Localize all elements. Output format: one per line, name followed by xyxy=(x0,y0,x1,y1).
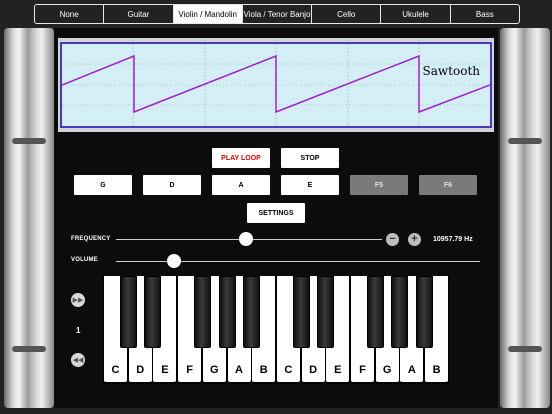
key-label: B xyxy=(432,364,441,376)
minus-icon[interactable]: − xyxy=(386,233,399,246)
black-key[interactable] xyxy=(119,276,137,348)
play-loop-button[interactable]: PLAY LOOP xyxy=(212,148,270,168)
tab-viola-tenor-banjo[interactable]: Viola / Tenor Banjo xyxy=(243,5,313,23)
oscilloscope-frame: Sawtooth xyxy=(58,38,494,132)
black-key[interactable] xyxy=(366,276,384,348)
black-key[interactable] xyxy=(292,276,310,348)
key-label: C xyxy=(111,364,120,376)
key-label: D xyxy=(309,364,318,376)
string-g-button[interactable]: G xyxy=(74,175,132,195)
tab-ukulele[interactable]: Ukulele xyxy=(381,5,451,23)
string-f5-button[interactable]: F5 xyxy=(350,175,408,195)
frequency-label: FREQUENCY xyxy=(71,236,111,242)
pillar-notch xyxy=(508,138,542,144)
key-label: E xyxy=(161,364,169,376)
pillar-notch xyxy=(12,346,46,352)
key-label: A xyxy=(407,364,416,376)
black-key[interactable] xyxy=(317,276,335,348)
key-label: F xyxy=(359,364,366,376)
black-key[interactable] xyxy=(391,276,409,348)
tuner-app: None Guitar Violin / Mandolin Viola / Te… xyxy=(0,0,552,414)
key-label: A xyxy=(235,364,243,376)
tab-none[interactable]: None xyxy=(35,5,105,23)
key-label: G xyxy=(210,364,219,376)
key-label: B xyxy=(259,364,268,376)
tab-guitar[interactable]: Guitar xyxy=(104,5,174,23)
waveform-graph xyxy=(62,44,490,126)
volume-label: VOLUME xyxy=(71,257,98,263)
tab-cello[interactable]: Cello xyxy=(312,5,382,23)
string-f6-button[interactable]: F6 xyxy=(419,175,477,195)
left-metal-pillar xyxy=(4,28,54,408)
oscilloscope-display: Sawtooth xyxy=(60,42,492,128)
string-d-button[interactable]: D xyxy=(143,175,201,195)
instrument-tabs: None Guitar Violin / Mandolin Viola / Te… xyxy=(34,4,520,24)
piano-keyboard: CDEFGABCDEFGAB xyxy=(103,276,449,384)
settings-button[interactable]: SETTINGS xyxy=(247,203,305,223)
octave-number: 1 xyxy=(76,326,81,335)
pillar-notch xyxy=(508,346,542,352)
black-key[interactable] xyxy=(218,276,236,348)
plus-icon[interactable]: + xyxy=(408,233,421,246)
string-e-button[interactable]: E xyxy=(281,175,339,195)
key-label: D xyxy=(136,364,145,376)
fast-forward-icon[interactable]: ▶▶ xyxy=(71,293,85,307)
pillar-notch xyxy=(12,138,46,144)
key-label: E xyxy=(334,364,342,376)
waveform-label: Sawtooth xyxy=(422,64,480,78)
right-metal-pillar xyxy=(500,28,550,408)
tab-bass[interactable]: Bass xyxy=(451,5,519,23)
key-label: C xyxy=(284,364,293,376)
string-a-button[interactable]: A xyxy=(212,175,270,195)
key-label: F xyxy=(186,364,193,376)
rewind-icon[interactable]: ◀◀ xyxy=(71,353,85,367)
frequency-value: 10957.79 Hz xyxy=(433,236,473,243)
black-key[interactable] xyxy=(416,276,434,348)
black-key[interactable] xyxy=(243,276,261,348)
black-key[interactable] xyxy=(144,276,162,348)
tab-violin-mandolin[interactable]: Violin / Mandolin xyxy=(173,5,243,23)
black-key[interactable] xyxy=(193,276,211,348)
stop-button[interactable]: STOP xyxy=(281,148,339,168)
key-label: G xyxy=(382,364,392,376)
